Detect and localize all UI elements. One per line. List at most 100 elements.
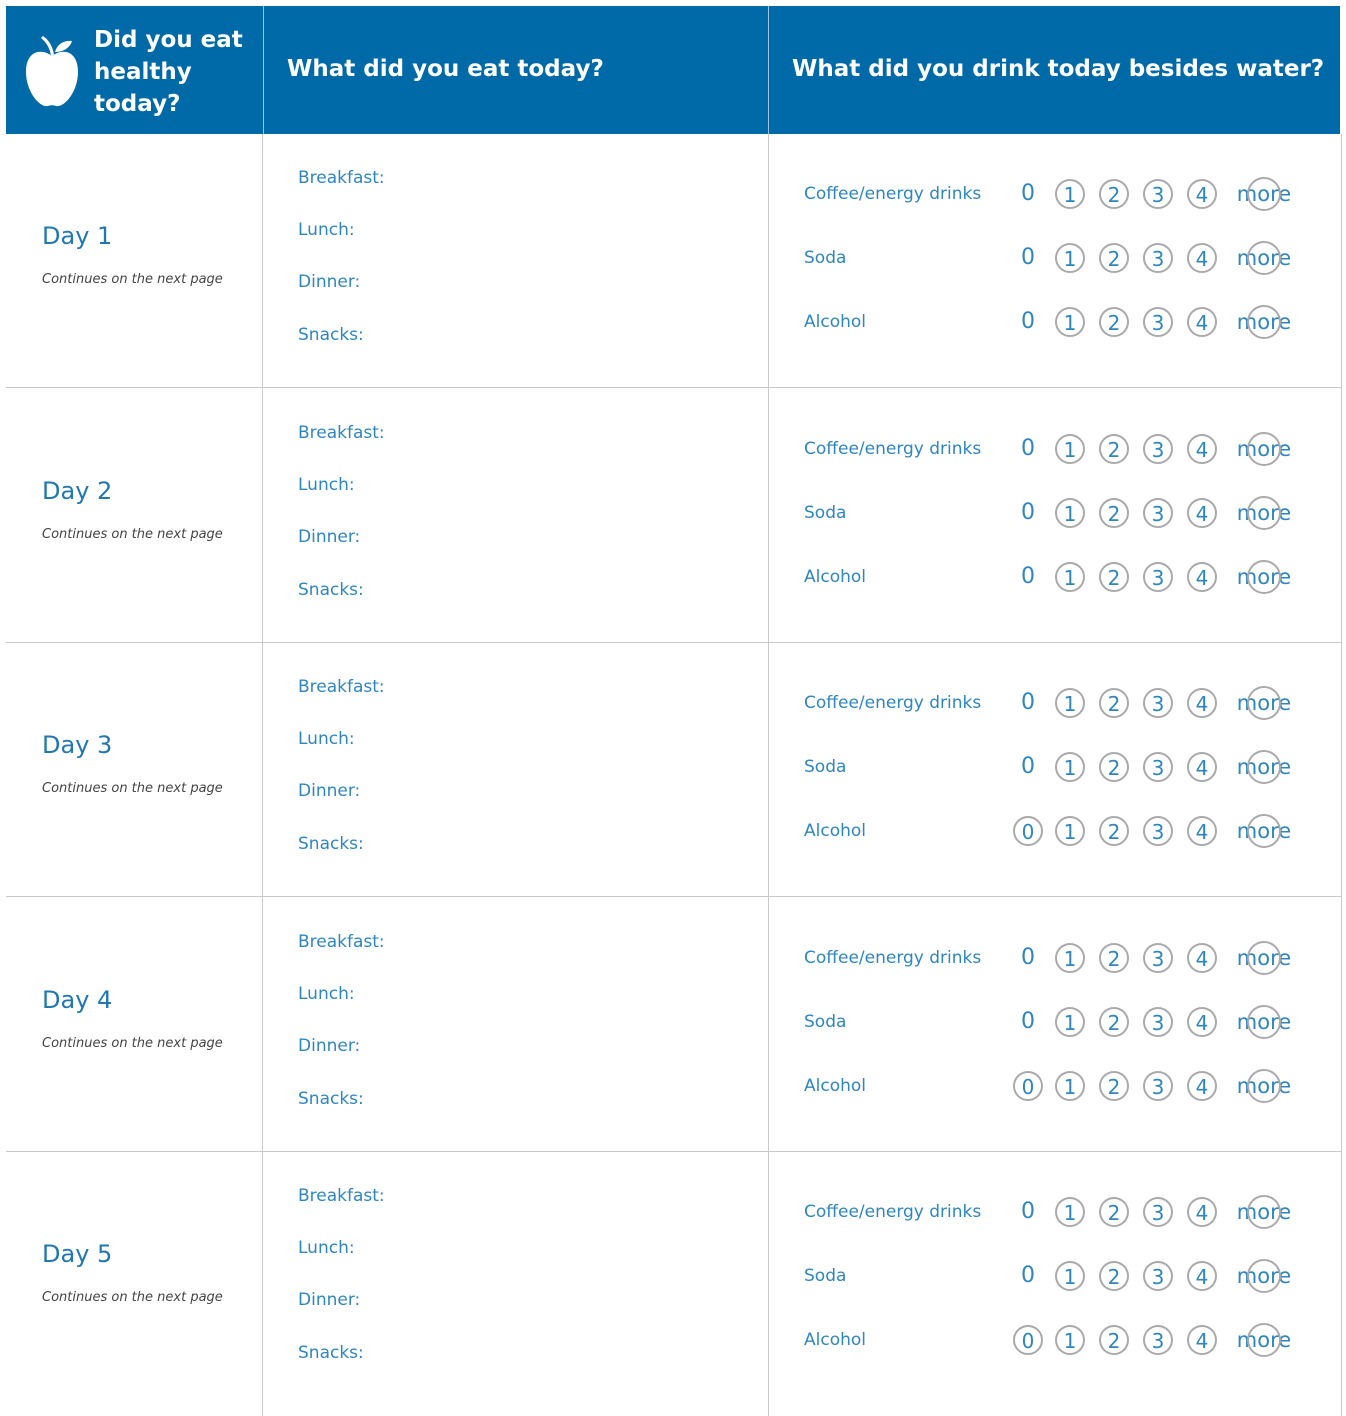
more-option-circle (1247, 305, 1281, 339)
scale-option-2[interactable]: 2 (1099, 562, 1129, 592)
scale-option-0[interactable]: 0 (1012, 433, 1044, 465)
scale-option-0[interactable]: 0 (1012, 1196, 1044, 1228)
drink-label: Soda (804, 503, 847, 523)
scale-option-1[interactable]: 1 (1055, 943, 1085, 973)
more-option-circle (1247, 1195, 1281, 1229)
drink-label: Coffee/energy drinks (804, 693, 982, 713)
meal-label: Breakfast: (298, 932, 385, 952)
scale-option-3[interactable]: 3 (1143, 688, 1173, 718)
scale-option-1[interactable]: 1 (1055, 688, 1085, 718)
header-healthy-title: Did you eat healthy today? (94, 27, 243, 117)
day-title: Day 5 (42, 1240, 113, 1268)
scale-option-4[interactable]: 4 (1187, 562, 1217, 592)
scale-option-1[interactable]: 1 (1055, 752, 1085, 782)
header-food-title: What did you eat today? (287, 56, 604, 82)
scale-option-1[interactable]: 1 (1055, 562, 1085, 592)
scale-option-0[interactable]: 0 (1012, 497, 1044, 529)
scale-option-4[interactable]: 4 (1187, 1071, 1217, 1101)
drink-label: Coffee/energy drinks (804, 1202, 982, 1222)
scale-option-1[interactable]: 1 (1055, 816, 1085, 846)
scale-option-3[interactable]: 3 (1143, 1261, 1173, 1291)
scale-option-0[interactable]: 0 (1012, 751, 1044, 783)
scale-option-1[interactable]: 1 (1055, 498, 1085, 528)
meal-label: Dinner: (298, 1036, 361, 1056)
more-option-circle (1247, 1259, 1281, 1293)
scale-option-0[interactable]: 0 (1012, 1260, 1044, 1292)
scale-option-4[interactable]: 4 (1187, 752, 1217, 782)
scale-option-0[interactable]: 0 (1012, 687, 1044, 719)
scale-option-0[interactable]: 0 (1012, 306, 1044, 338)
scale-option-0[interactable]: 0 (1012, 178, 1044, 210)
scale-option-1[interactable]: 1 (1055, 1325, 1085, 1355)
scale-option-2[interactable]: 2 (1099, 752, 1129, 782)
scale-option-3[interactable]: 3 (1143, 1007, 1173, 1037)
meal-label: Snacks: (298, 325, 364, 345)
scale-option-4[interactable]: 4 (1187, 243, 1217, 273)
scale-option-3[interactable]: 3 (1143, 434, 1173, 464)
scale-option-0[interactable]: 0 (1013, 1325, 1043, 1355)
day-note: Continues on the next page (42, 527, 223, 542)
scale-option-0[interactable]: 0 (1012, 1006, 1044, 1038)
scale-option-1[interactable]: 1 (1055, 1261, 1085, 1291)
scale-option-0[interactable]: 0 (1013, 816, 1043, 846)
drink-label: Alcohol (804, 312, 866, 332)
scale-option-3[interactable]: 3 (1143, 179, 1173, 209)
scale-option-1[interactable]: 1 (1055, 434, 1085, 464)
day-title: Day 2 (42, 477, 113, 505)
scale-option-3[interactable]: 3 (1143, 816, 1173, 846)
meal-label: Breakfast: (298, 168, 385, 188)
more-option-circle (1247, 814, 1281, 848)
more-option-circle (1247, 1005, 1281, 1039)
scale-option-3[interactable]: 3 (1143, 752, 1173, 782)
meal-label: Dinner: (298, 781, 361, 801)
scale-option-4[interactable]: 4 (1187, 434, 1217, 464)
day-note: Continues on the next page (42, 781, 223, 796)
scale-option-2[interactable]: 2 (1099, 1071, 1129, 1101)
scale-option-2[interactable]: 2 (1099, 243, 1129, 273)
scale-option-2[interactable]: 2 (1099, 434, 1129, 464)
scale-option-4[interactable]: 4 (1187, 1325, 1217, 1355)
scale-option-3[interactable]: 3 (1143, 1197, 1173, 1227)
scale-option-3[interactable]: 3 (1143, 1325, 1173, 1355)
scale-option-0[interactable]: 0 (1012, 242, 1044, 274)
scale-option-1[interactable]: 1 (1055, 1071, 1085, 1101)
scale-option-0[interactable]: 0 (1012, 561, 1044, 593)
day-rows: Day 1 Continues on the next page Breakfast… (6, 134, 1342, 1416)
scale-option-4[interactable]: 4 (1187, 307, 1217, 337)
scale-option-4[interactable]: 4 (1187, 688, 1217, 718)
scale-option-0[interactable]: 0 (1012, 942, 1044, 974)
scale-option-3[interactable]: 3 (1143, 243, 1173, 273)
scale-option-4[interactable]: 4 (1187, 498, 1217, 528)
scale-option-1[interactable]: 1 (1055, 243, 1085, 273)
scale-option-4[interactable]: 4 (1187, 943, 1217, 973)
scale-option-2[interactable]: 2 (1099, 688, 1129, 718)
scale-option-3[interactable]: 3 (1143, 562, 1173, 592)
scale-option-1[interactable]: 1 (1055, 307, 1085, 337)
scale-option-3[interactable]: 3 (1143, 943, 1173, 973)
scale-option-3[interactable]: 3 (1143, 307, 1173, 337)
meal-label: Dinner: (298, 1290, 361, 1310)
scale-option-4[interactable]: 4 (1187, 816, 1217, 846)
scale-option-2[interactable]: 2 (1099, 943, 1129, 973)
scale-option-0[interactable]: 0 (1013, 1071, 1043, 1101)
scale-option-4[interactable]: 4 (1187, 1007, 1217, 1037)
scale-option-4[interactable]: 4 (1187, 1197, 1217, 1227)
scale-option-2[interactable]: 2 (1099, 1325, 1129, 1355)
scale-option-2[interactable]: 2 (1099, 498, 1129, 528)
scale-option-2[interactable]: 2 (1099, 179, 1129, 209)
scale-option-2[interactable]: 2 (1099, 816, 1129, 846)
scale-option-3[interactable]: 3 (1143, 1071, 1173, 1101)
drink-label: Alcohol (804, 821, 866, 841)
scale-option-1[interactable]: 1 (1055, 1007, 1085, 1037)
scale-option-2[interactable]: 2 (1099, 307, 1129, 337)
scale-option-3[interactable]: 3 (1143, 498, 1173, 528)
meal-label: Snacks: (298, 1343, 364, 1363)
scale-option-2[interactable]: 2 (1099, 1197, 1129, 1227)
scale-option-1[interactable]: 1 (1055, 179, 1085, 209)
scale-option-2[interactable]: 2 (1099, 1007, 1129, 1037)
day-title: Day 1 (42, 222, 113, 250)
scale-option-4[interactable]: 4 (1187, 1261, 1217, 1291)
scale-option-1[interactable]: 1 (1055, 1197, 1085, 1227)
scale-option-2[interactable]: 2 (1099, 1261, 1129, 1291)
scale-option-4[interactable]: 4 (1187, 179, 1217, 209)
